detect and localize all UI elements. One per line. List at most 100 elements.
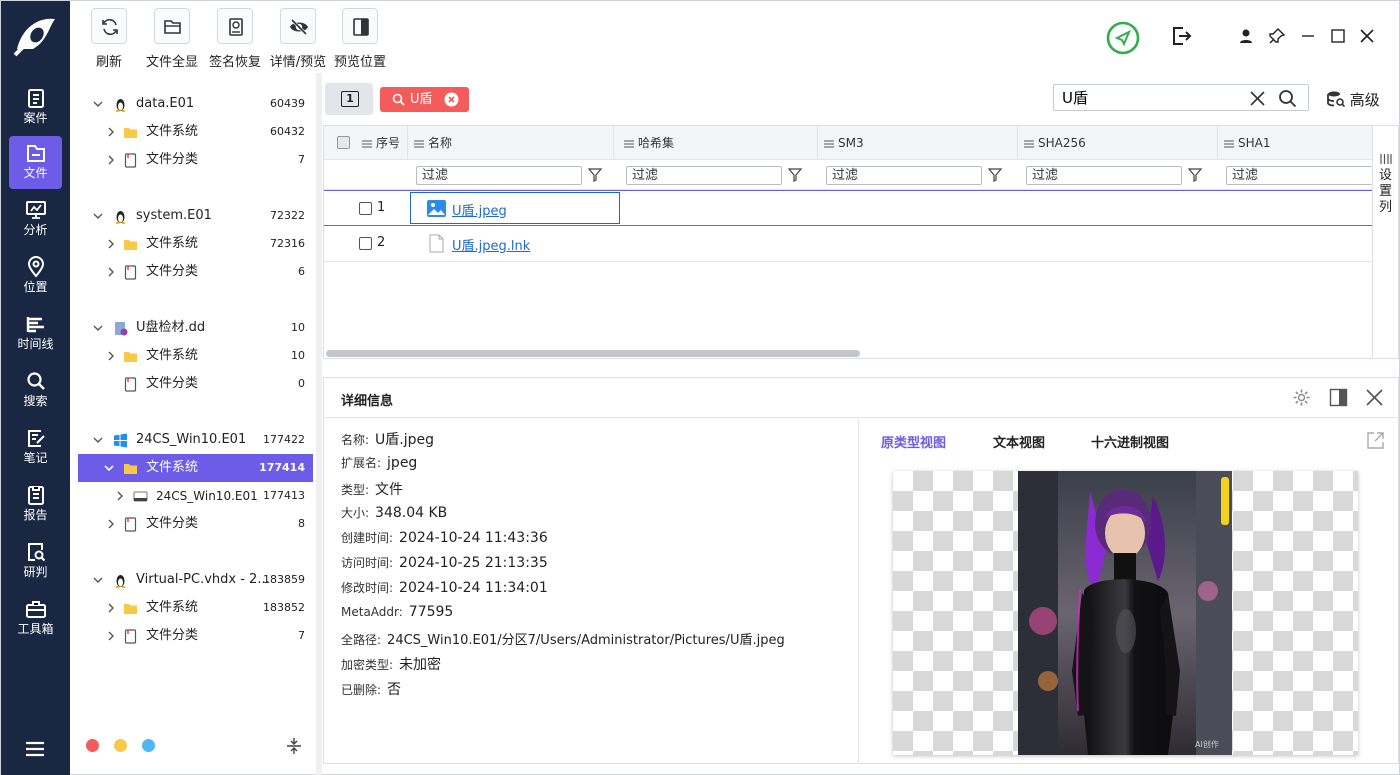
search-chip[interactable]: U盾 <box>380 87 469 112</box>
rail-item-notes[interactable]: 笔记 <box>9 421 62 474</box>
page-indicator[interactable]: 1 <box>325 83 373 115</box>
chevron-down-icon[interactable] <box>93 323 103 333</box>
tab-text-view[interactable]: 文本视图 <box>993 432 1045 451</box>
select-all-checkbox[interactable] <box>337 136 350 149</box>
horizontal-scrollbar[interactable] <box>326 350 860 357</box>
tab-hex-view[interactable]: 十六进制视图 <box>1091 432 1169 451</box>
show-all-files-button[interactable]: 文件全显 <box>144 8 200 70</box>
column-header-name[interactable]: 名称 <box>408 126 614 160</box>
file-name-link[interactable]: U盾.jpeg <box>452 200 507 219</box>
chip-close-icon[interactable] <box>444 92 459 107</box>
search-input[interactable] <box>1062 87 1242 108</box>
panel-divider-horizontal[interactable] <box>323 361 1399 375</box>
tab-native-view[interactable]: 原类型视图 <box>881 432 946 451</box>
column-header-sm3[interactable]: SM3 <box>818 126 1018 160</box>
tree-node-file-category[interactable]: 文件分类 7 <box>78 146 313 174</box>
left-nav-rail: 案件 文件 分析 位置 时间线 搜索 笔记 报告 研判 工具箱 <box>1 1 70 775</box>
tree-node-file-category[interactable]: 文件分类 0 <box>78 370 313 398</box>
chevron-right-icon[interactable] <box>106 127 116 137</box>
tree-node-file-category[interactable]: 文件分类 8 <box>78 510 313 538</box>
panel-divider[interactable] <box>316 73 322 775</box>
minimize-icon[interactable] <box>1299 27 1317 45</box>
rail-item-cases[interactable]: 案件 <box>9 81 62 134</box>
chevron-down-icon[interactable] <box>93 99 103 109</box>
user-icon[interactable] <box>1237 27 1255 45</box>
collapse-all-icon[interactable] <box>286 737 302 755</box>
tree-node-partition[interactable]: 24CS_Win10.E01 177413 <box>78 482 313 510</box>
tree-node-file-category[interactable]: 文件分类 6 <box>78 258 313 286</box>
rail-item-location[interactable]: 位置 <box>9 250 62 303</box>
filter-funnel-icon[interactable] <box>988 168 1002 182</box>
table-row[interactable]: 1 U盾.jpeg <box>324 190 1372 226</box>
notify-send-icon[interactable] <box>1106 21 1140 55</box>
chevron-down-icon[interactable] <box>104 463 114 473</box>
sha256-filter-input[interactable]: 过滤 <box>1026 166 1182 185</box>
table-row[interactable]: 2 U盾.jpeg.lnk <box>324 226 1372 262</box>
details-preview-button[interactable]: 详情/预览 <box>268 8 328 70</box>
rail-item-files[interactable]: 文件 <box>9 136 62 189</box>
preview-position-button[interactable]: 预览位置 <box>332 8 388 70</box>
search-icon[interactable] <box>1278 89 1297 108</box>
chevron-right-icon[interactable] <box>106 631 116 641</box>
row-checkbox[interactable] <box>359 237 372 250</box>
tree-node-filesystem[interactable]: 文件系统 10 <box>78 342 313 370</box>
chevron-right-icon[interactable] <box>115 491 125 501</box>
red-status-dot[interactable] <box>86 739 99 752</box>
yellow-status-dot[interactable] <box>114 739 127 752</box>
filter-funnel-icon[interactable] <box>1188 168 1202 182</box>
export-icon[interactable] <box>1170 25 1192 47</box>
sm3-filter-input[interactable]: 过滤 <box>826 166 982 185</box>
refresh-button[interactable]: 刷新 <box>91 8 127 70</box>
folder-icon <box>124 464 137 474</box>
column-header-index[interactable]: 序号 <box>324 126 408 160</box>
tree-node-data-e01[interactable]: data.E01 60439 <box>78 90 313 118</box>
chevron-right-icon[interactable] <box>106 239 116 249</box>
panel-right-icon[interactable] <box>1329 388 1348 407</box>
tree-node-win10-e01[interactable]: 24CS_Win10.E01 177422 <box>78 426 313 454</box>
chevron-down-icon[interactable] <box>93 435 103 445</box>
name-filter-input[interactable]: 过滤 <box>416 166 582 185</box>
rail-item-analysis[interactable]: 分析 <box>9 193 62 246</box>
rail-item-report[interactable]: 报告 <box>9 478 62 531</box>
tree-node-system-e01[interactable]: system.E01 72322 <box>78 202 313 230</box>
file-name-link[interactable]: U盾.jpeg.lnk <box>452 235 530 254</box>
signature-recovery-button[interactable]: 签名恢复 <box>207 8 263 70</box>
chevron-right-icon[interactable] <box>106 519 116 529</box>
tree-node-filesystem[interactable]: 文件系统 60432 <box>78 118 313 146</box>
pin-icon[interactable] <box>1268 27 1286 45</box>
column-header-sha1[interactable]: SHA1 <box>1218 126 1372 160</box>
rail-item-judge[interactable]: 研判 <box>9 535 62 588</box>
gear-icon[interactable] <box>1292 388 1311 407</box>
rail-item-search[interactable]: 搜索 <box>9 364 62 417</box>
hamburger-menu-icon[interactable] <box>25 741 45 757</box>
sha1-filter-input[interactable]: 过滤 <box>1226 166 1372 185</box>
chevron-right-icon[interactable] <box>106 603 116 613</box>
column-header-hashset[interactable]: 哈希集 <box>618 126 818 160</box>
advanced-search-button[interactable]: 高级 <box>1327 89 1380 110</box>
chevron-right-icon[interactable] <box>106 155 116 165</box>
tree-node-usb-dd[interactable]: U盘检材.dd 10 <box>78 314 313 342</box>
row-checkbox[interactable] <box>359 202 372 215</box>
tree-node-filesystem[interactable]: 文件系统 72316 <box>78 230 313 258</box>
maximize-icon[interactable] <box>1329 27 1347 45</box>
chevron-right-icon[interactable] <box>106 267 116 277</box>
close-icon[interactable] <box>1358 27 1376 45</box>
rail-item-toolbox[interactable]: 工具箱 <box>9 592 62 645</box>
tree-node-file-category[interactable]: 文件分类 7 <box>78 622 313 650</box>
filter-funnel-icon[interactable] <box>588 168 602 182</box>
tree-node-filesystem-selected[interactable]: 文件系统 177414 <box>78 454 313 482</box>
column-header-sha256[interactable]: SHA256 <box>1018 126 1218 160</box>
blue-status-dot[interactable] <box>142 739 155 752</box>
chevron-down-icon[interactable] <box>93 575 103 585</box>
chevron-right-icon[interactable] <box>106 351 116 361</box>
column-settings-button[interactable]: 设置列 <box>1372 126 1398 358</box>
filter-funnel-icon[interactable] <box>788 168 802 182</box>
rail-item-timeline[interactable]: 时间线 <box>9 307 62 360</box>
clear-icon[interactable] <box>1250 91 1265 106</box>
tree-node-virtual-pc-vhdx[interactable]: Virtual-PC.vhdx - 2... 183859 <box>78 566 313 594</box>
chevron-down-icon[interactable] <box>93 211 103 221</box>
close-icon[interactable] <box>1366 389 1383 406</box>
tree-node-filesystem[interactable]: 文件系统 183852 <box>78 594 313 622</box>
open-external-icon[interactable] <box>1366 431 1385 450</box>
hashset-filter-input[interactable]: 过滤 <box>626 166 782 185</box>
